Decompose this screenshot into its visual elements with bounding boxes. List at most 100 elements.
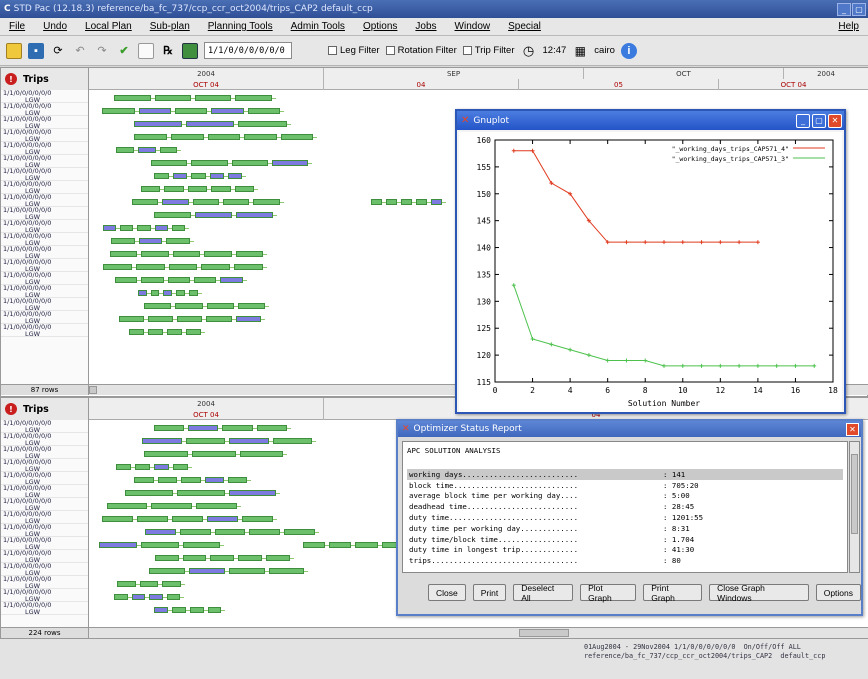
trip-leg-block[interactable] [168, 264, 198, 270]
trip-leg-block[interactable] [131, 594, 146, 600]
trip-leg-block[interactable] [154, 555, 179, 561]
trip-leg-block[interactable] [141, 542, 179, 548]
leg-filter-checkbox[interactable] [328, 46, 337, 55]
report-line[interactable]: duty time in longest trip.............: … [407, 545, 843, 556]
trip-leg-block[interactable] [102, 108, 135, 114]
trip-leg-block[interactable] [175, 303, 203, 309]
menu-admin-tools[interactable]: Admin Tools [282, 21, 354, 32]
trip-leg-block[interactable] [134, 134, 168, 140]
trip-leg-block[interactable] [415, 199, 428, 205]
trip-leg-block[interactable] [189, 568, 225, 574]
scrollbar-thumb[interactable] [519, 629, 569, 637]
trip-leg-block[interactable] [268, 568, 305, 574]
trip-leg-block[interactable] [144, 451, 189, 457]
options-button[interactable]: Options [815, 584, 861, 601]
trip-leg-block[interactable] [385, 199, 397, 205]
trip-leg-block[interactable] [192, 199, 220, 205]
trip-leg-block[interactable] [154, 225, 168, 231]
leg-filter-toggle[interactable]: Leg Filter [328, 45, 380, 56]
trip-leg-block[interactable] [235, 95, 272, 101]
report-line[interactable]: duty time per working day.............: … [407, 523, 843, 534]
save-icon[interactable]: ▪ [28, 42, 44, 59]
trip-leg-block[interactable] [117, 581, 136, 587]
trip-leg-block[interactable] [177, 316, 203, 322]
row-label[interactable]: 1/1/0/0/0/0/0/0 LGW [1, 602, 88, 615]
trip-leg-block[interactable] [194, 95, 232, 101]
trip-leg-block[interactable] [163, 290, 173, 296]
current-airport[interactable]: cairo [594, 45, 615, 56]
trip-leg-block[interactable] [150, 160, 188, 166]
open-icon[interactable] [6, 42, 22, 59]
trip-leg-block[interactable] [431, 199, 443, 205]
trip-leg-block[interactable] [239, 451, 284, 457]
menu-local-plan[interactable]: Local Plan [76, 21, 141, 32]
trip-leg-block[interactable] [153, 464, 169, 470]
calendar-icon[interactable] [182, 42, 198, 59]
trip-leg-block[interactable] [244, 134, 277, 140]
deselect-all-button[interactable]: Deselect All [513, 583, 574, 603]
row-label[interactable]: 1/1/0/0/0/0/0/0 LGW [1, 324, 88, 337]
menu-window[interactable]: Window [446, 21, 500, 32]
trip-leg-block[interactable] [124, 490, 173, 496]
rule-icon[interactable]: ℞ [160, 43, 176, 59]
trip-leg-block[interactable] [256, 425, 288, 431]
trip-leg-block[interactable] [214, 529, 246, 535]
trip-leg-block[interactable] [189, 290, 198, 296]
report-line[interactable]: trips.................................: … [407, 555, 843, 566]
trip-leg-block[interactable] [137, 225, 151, 231]
trip-leg-block[interactable] [138, 108, 172, 114]
trip-leg-block[interactable] [120, 225, 134, 231]
trip-leg-block[interactable] [229, 438, 269, 444]
trip-leg-block[interactable] [141, 277, 164, 283]
trip-leg-block[interactable] [222, 425, 253, 431]
trip-leg-block[interactable] [235, 251, 263, 257]
trip-leg-block[interactable] [140, 186, 161, 192]
trip-leg-block[interactable] [150, 290, 160, 296]
rotation-filter-checkbox[interactable] [385, 46, 395, 55]
trip-leg-block[interactable] [238, 555, 262, 561]
trip-leg-block[interactable] [135, 264, 165, 270]
trip-leg-block[interactable] [110, 251, 138, 257]
trip-leg-block[interactable] [145, 529, 177, 535]
trip-leg-block[interactable] [116, 147, 135, 153]
trip-leg-block[interactable] [147, 329, 164, 335]
trip-leg-block[interactable] [247, 108, 281, 114]
report-line[interactable]: average block time per working day....: … [407, 491, 843, 502]
trip-leg-block[interactable] [128, 329, 144, 335]
trip-leg-block[interactable] [186, 329, 202, 335]
trip-leg-block[interactable] [231, 160, 268, 166]
trip-leg-block[interactable] [253, 199, 280, 205]
trip-leg-block[interactable] [110, 238, 135, 244]
trip-leg-block[interactable] [196, 503, 237, 509]
trip-leg-block[interactable] [166, 238, 191, 244]
trip-leg-block[interactable] [171, 225, 185, 231]
maximize-icon[interactable]: ▢ [812, 113, 826, 128]
menu-undo[interactable]: Undo [34, 21, 76, 32]
trip-leg-block[interactable] [162, 581, 181, 587]
trip-leg-block[interactable] [180, 529, 211, 535]
trip-leg-block[interactable] [176, 490, 225, 496]
trip-leg-block[interactable] [187, 186, 208, 192]
trip-leg-block[interactable] [206, 303, 234, 309]
trip-leg-block[interactable] [142, 438, 182, 444]
close-graph-windows-button[interactable]: Close Graph Windows [709, 583, 809, 603]
trip-leg-block[interactable] [272, 438, 313, 444]
trip-leg-block[interactable] [211, 186, 231, 192]
trip-leg-block[interactable] [139, 581, 159, 587]
trip-leg-block[interactable] [206, 316, 232, 322]
report-line[interactable]: duty time/block time..................: … [407, 534, 843, 545]
trip-leg-block[interactable] [237, 303, 266, 309]
trip-leg-block[interactable] [167, 277, 190, 283]
trip-leg-block[interactable] [355, 542, 378, 548]
trip-leg-block[interactable] [185, 121, 235, 127]
trip-leg-block[interactable] [102, 264, 132, 270]
trip-leg-block[interactable] [102, 516, 134, 522]
trip-leg-block[interactable] [209, 173, 224, 179]
plot-graph-button[interactable]: Plot Graph [580, 583, 637, 603]
trip-leg-block[interactable] [249, 529, 281, 535]
trip-leg-block[interactable] [204, 251, 232, 257]
trip-leg-block[interactable] [192, 451, 236, 457]
trip-leg-block[interactable] [99, 542, 138, 548]
scrollbar-thumb[interactable] [851, 454, 858, 534]
trip-leg-block[interactable] [162, 199, 189, 205]
